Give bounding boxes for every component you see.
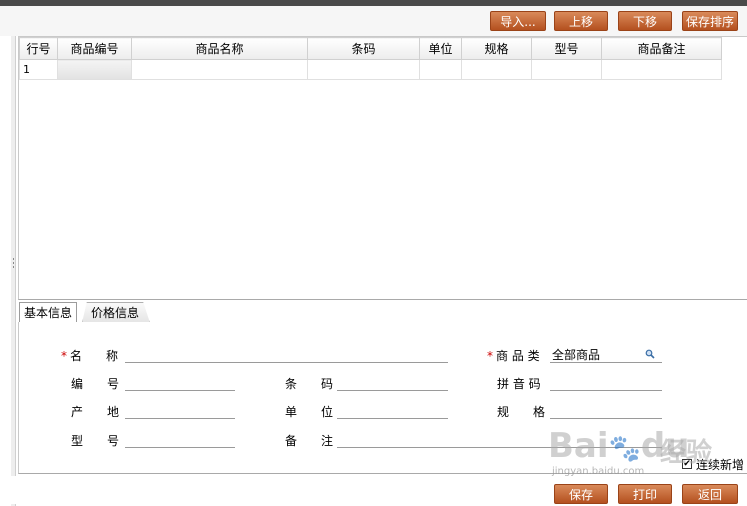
product-grid: 行号 商品编号 商品名称 条码 单位 规格 型号 商品备注 1	[18, 36, 747, 300]
barcode-cell[interactable]	[307, 59, 420, 80]
model-field-label: 型 号	[71, 434, 120, 448]
column-header-code[interactable]: 商品编号	[57, 37, 132, 60]
column-header-model[interactable]: 型号	[531, 37, 602, 60]
column-header-row-no[interactable]: 行号	[19, 37, 58, 60]
name-input[interactable]	[125, 362, 448, 363]
remark-cell[interactable]	[601, 59, 722, 80]
column-header-barcode[interactable]: 条码	[307, 37, 420, 60]
vertical-splitter[interactable]	[11, 36, 16, 506]
column-header-spec[interactable]: 规格	[461, 37, 532, 60]
name-cell[interactable]	[131, 59, 308, 80]
origin-input[interactable]	[125, 418, 235, 419]
pinyin-field-label: 拼 音 码	[497, 377, 541, 391]
category-value: 全部商品	[552, 348, 601, 362]
barcode-field-label: 条 码	[285, 377, 334, 391]
unit-field-label: 单 位	[285, 405, 334, 419]
save-sort-button[interactable]: 保存排序	[682, 11, 738, 31]
model-cell[interactable]	[531, 59, 602, 80]
model-input[interactable]	[125, 447, 235, 448]
barcode-input[interactable]	[337, 390, 448, 391]
code-field-label: 编 号	[71, 377, 120, 391]
unit-cell[interactable]	[419, 59, 462, 80]
tab-price-info[interactable]: 价格信息	[82, 302, 151, 323]
unit-input[interactable]	[337, 418, 448, 419]
tab-basic-info[interactable]: 基本信息	[19, 302, 78, 323]
category-input[interactable]	[550, 362, 662, 363]
footer-bar: 保存 打印 返回	[0, 476, 747, 504]
import-button[interactable]: 导入...	[490, 11, 546, 31]
origin-field-label: 产 地	[71, 405, 120, 419]
column-header-name[interactable]: 商品名称	[131, 37, 308, 60]
code-input[interactable]	[125, 390, 235, 391]
code-cell[interactable]	[57, 59, 132, 80]
print-button[interactable]: 打印	[618, 484, 672, 504]
spec-cell[interactable]	[461, 59, 532, 80]
detail-tabs: 基本信息 价格信息	[18, 302, 747, 323]
table-row[interactable]: 1	[19, 59, 722, 80]
required-mark: *	[61, 349, 67, 363]
splitter-grip	[13, 258, 14, 260]
pinyin-input[interactable]	[550, 390, 662, 391]
row-number-cell: 1	[19, 59, 58, 80]
spec-input[interactable]	[550, 418, 662, 419]
save-button[interactable]: 保存	[554, 484, 608, 504]
search-icon[interactable]	[645, 349, 655, 359]
name-field-label: * 名 称	[61, 349, 119, 363]
remark-field-label: 备 注	[285, 434, 334, 448]
spec-field-label: 规 格	[497, 405, 546, 419]
splitter-grip	[13, 266, 14, 268]
grid-header-row: 行号 商品编号 商品名称 条码 单位 规格 型号 商品备注	[19, 37, 722, 60]
watermark-suffix: 经验	[660, 438, 713, 468]
category-field-label: * 商 品 类	[487, 349, 540, 363]
splitter-grip	[13, 262, 14, 264]
back-button[interactable]: 返回	[682, 484, 738, 504]
grid-table: 行号 商品编号 商品名称 条码 单位 规格 型号 商品备注 1	[19, 37, 722, 80]
required-mark: *	[487, 349, 493, 363]
column-header-unit[interactable]: 单位	[419, 37, 462, 60]
column-header-remark[interactable]: 商品备注	[601, 37, 722, 60]
toolbar: 导入... 上移 下移 保存排序	[0, 6, 747, 36]
move-up-button[interactable]: 上移	[554, 11, 608, 31]
move-down-button[interactable]: 下移	[618, 11, 672, 31]
